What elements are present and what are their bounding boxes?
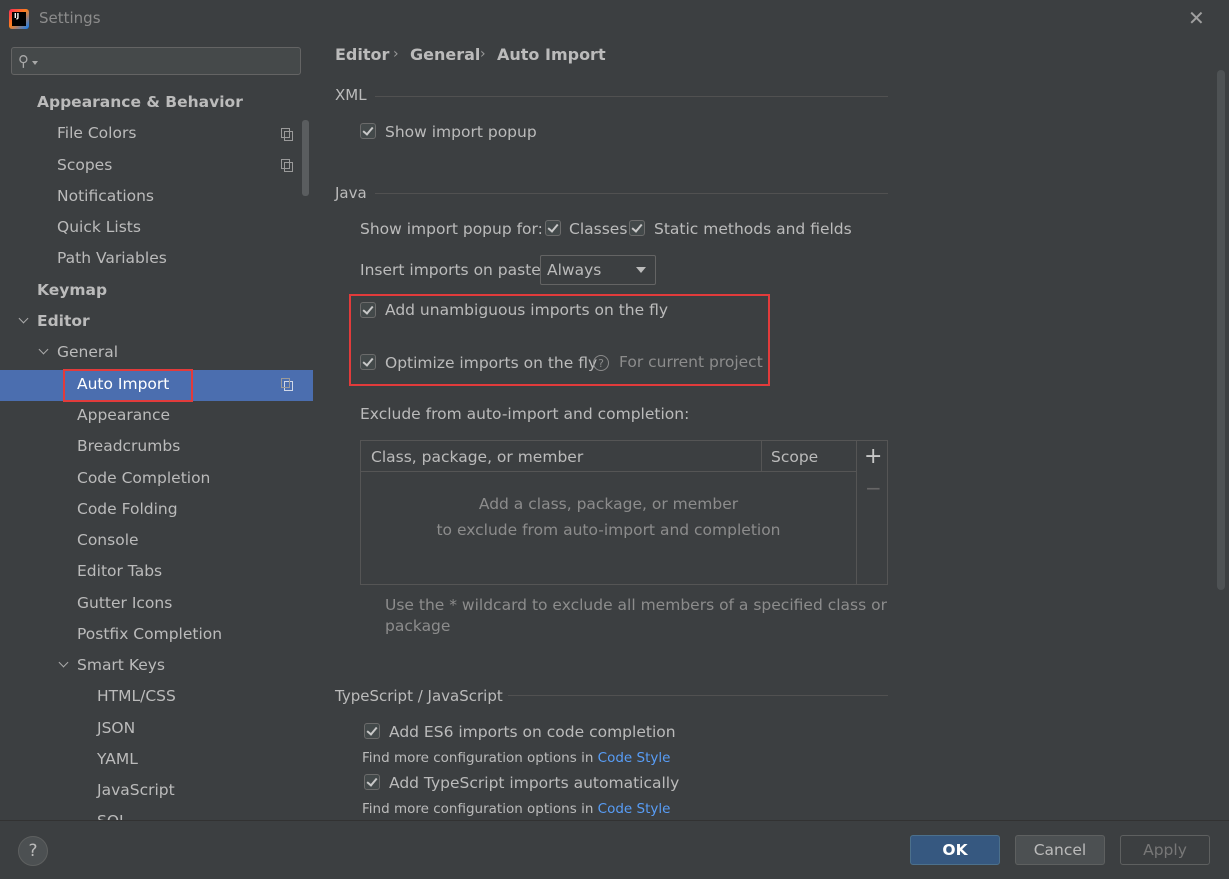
wildcard-hint-line-2: package	[385, 617, 451, 635]
sidebar-item-code-folding[interactable]: Code Folding	[77, 494, 178, 525]
sidebar-item-appearance-behavior[interactable]: Appearance & Behavior	[37, 87, 243, 118]
empty-table-line-1: Add a class, package, or member	[478, 495, 739, 513]
sidebar-item-code-completion[interactable]: Code Completion	[77, 463, 210, 494]
sidebar-item-keymap[interactable]: Keymap	[37, 275, 107, 306]
exclude-label: Exclude from auto-import and completion:	[360, 405, 690, 423]
find-more-prefix-1: Find more configuration options in	[362, 750, 598, 766]
sidebar-item-json[interactable]: JSON	[97, 713, 135, 744]
copy-icon	[281, 378, 293, 391]
section-divider	[375, 96, 888, 97]
ok-button[interactable]: OK	[910, 835, 1000, 865]
content-scrollbar[interactable]	[1217, 70, 1225, 590]
column-header-class[interactable]: Class, package, or member	[371, 448, 583, 466]
add-unambiguous-imports-checkbox[interactable]	[360, 302, 376, 318]
section-divider	[508, 695, 888, 696]
breadcrumb-separator: ›	[393, 46, 399, 62]
close-icon[interactable]: ✕	[1188, 6, 1205, 30]
add-es6-imports-label: Add ES6 imports on code completion	[389, 723, 676, 741]
copy-icon	[281, 128, 293, 141]
wildcard-hint-line-1: Use the * wildcard to exclude all member…	[385, 596, 887, 614]
sidebar-item-notifications[interactable]: Notifications	[57, 181, 154, 212]
add-icon[interactable]: +	[864, 444, 882, 469]
sidebar-item-editor[interactable]: Editor	[37, 306, 90, 337]
section-title-java: Java	[335, 184, 367, 202]
show-import-popup-for-label: Show import popup for:	[360, 220, 543, 238]
sidebar-scrollbar[interactable]	[302, 120, 309, 196]
search-icon: ⚲	[18, 52, 29, 70]
breadcrumb-general[interactable]: General	[410, 45, 480, 64]
code-style-link-2[interactable]: Code Style	[598, 801, 671, 817]
sidebar-item-quick-lists[interactable]: Quick Lists	[57, 212, 141, 243]
classes-checkbox[interactable]	[545, 220, 561, 236]
copy-icon	[281, 159, 293, 172]
toolbar-separator	[856, 441, 857, 584]
sidebar-item-gutter-icons[interactable]: Gutter Icons	[77, 588, 172, 619]
optimize-imports-label: Optimize imports on the fly	[385, 354, 598, 372]
chevron-down-icon	[32, 61, 38, 65]
sidebar-item-editor-tabs[interactable]: Editor Tabs	[77, 556, 162, 587]
add-typescript-imports-checkbox[interactable]	[364, 774, 380, 790]
add-es6-imports-checkbox[interactable]	[364, 723, 380, 739]
sidebar-item-sql-clip: SQL	[97, 806, 297, 820]
sidebar-item-path-variables[interactable]: Path Variables	[57, 243, 167, 274]
column-header-scope[interactable]: Scope	[771, 448, 818, 466]
window-title: Settings	[39, 9, 101, 27]
code-style-link-1[interactable]: Code Style	[598, 750, 671, 766]
apply-button[interactable]: Apply	[1120, 835, 1210, 865]
sidebar-item-scopes[interactable]: Scopes	[57, 150, 112, 181]
find-more-prefix-2: Find more configuration options in	[362, 801, 598, 817]
help-icon[interactable]: ?	[593, 355, 609, 371]
insert-imports-value: Always	[547, 261, 602, 279]
static-methods-label: Static methods and fields	[654, 220, 852, 238]
sidebar-item-file-colors[interactable]: File Colors	[57, 118, 136, 149]
sidebar-item-postfix-completion[interactable]: Postfix Completion	[77, 619, 222, 650]
find-more-text-1: Find more configuration options in Code …	[362, 750, 670, 766]
sidebar-item-sql[interactable]: SQL	[97, 806, 128, 820]
help-button[interactable]: ?	[18, 836, 48, 866]
sidebar-item-breadcrumbs[interactable]: Breadcrumbs	[77, 431, 180, 462]
show-import-popup-xml-label: Show import popup	[385, 123, 537, 141]
title-bar	[0, 0, 1229, 36]
sidebar-item-general[interactable]: General	[57, 337, 118, 368]
section-title-xml: XML	[335, 86, 367, 104]
show-import-popup-xml-checkbox[interactable]	[360, 123, 376, 139]
insert-imports-on-paste-label: Insert imports on paste:	[360, 261, 547, 279]
highlight-box-auto-import	[63, 369, 193, 402]
breadcrumb-separator: ›	[480, 46, 486, 62]
column-separator	[761, 441, 762, 471]
sidebar-item-html-css[interactable]: HTML/CSS	[97, 681, 176, 712]
add-unambiguous-imports-label: Add unambiguous imports on the fly	[385, 301, 669, 319]
classes-label: Classes	[569, 220, 628, 238]
empty-table-line-2: to exclude from auto-import and completi…	[436, 521, 781, 539]
sidebar-item-smart-keys[interactable]: Smart Keys	[77, 650, 165, 681]
breadcrumb-auto-import: Auto Import	[497, 45, 606, 64]
sidebar-item-console[interactable]: Console	[77, 525, 139, 556]
static-methods-checkbox[interactable]	[629, 220, 645, 236]
for-current-project-label: For current project	[619, 353, 763, 371]
section-title-typescript: TypeScript / JavaScript	[335, 687, 503, 705]
remove-icon[interactable]: −	[865, 476, 882, 500]
sidebar-item-appearance[interactable]: Appearance	[77, 400, 170, 431]
sidebar-item-yaml[interactable]: YAML	[97, 744, 138, 775]
find-more-text-2: Find more configuration options in Code …	[362, 801, 670, 817]
intellij-logo-icon: IJ	[9, 9, 29, 29]
add-typescript-imports-label: Add TypeScript imports automatically	[389, 774, 680, 792]
breadcrumb-editor[interactable]: Editor	[335, 45, 389, 64]
section-divider	[375, 193, 888, 194]
cancel-button[interactable]: Cancel	[1015, 835, 1105, 865]
chevron-down-icon	[636, 267, 646, 273]
search-input[interactable]	[11, 47, 301, 75]
sidebar-item-javascript[interactable]: JavaScript	[97, 775, 175, 806]
optimize-imports-checkbox[interactable]	[360, 354, 376, 370]
